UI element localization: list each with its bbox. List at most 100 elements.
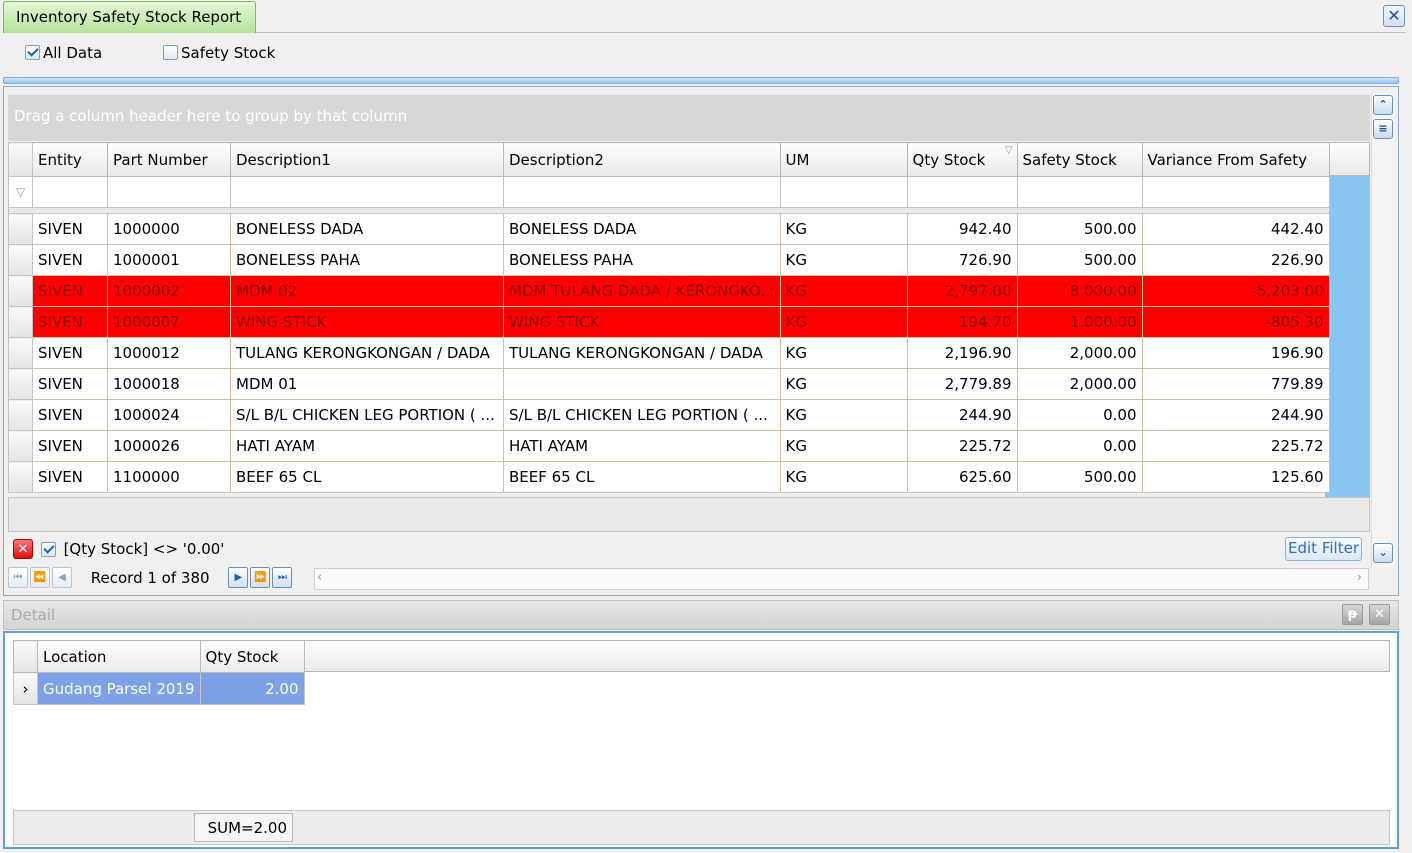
part-number-cell[interactable]: 1000001 [107, 244, 231, 276]
scroll-right-icon[interactable]: › [1357, 570, 1362, 585]
column-header-variance[interactable]: Variance From Safety [1141, 142, 1330, 177]
tab-inventory-safety-stock-report[interactable]: Inventory Safety Stock Report [3, 1, 256, 33]
detail-row[interactable]: › Gudang Parsel 2019 2.00 [13, 672, 305, 705]
um-cell[interactable]: KG [779, 430, 908, 462]
qty-stock-cell[interactable]: 194.70 [906, 306, 1018, 338]
close-panel-icon[interactable]: ✕ [1369, 604, 1390, 625]
column-header-safety-stock[interactable]: Safety Stock [1016, 142, 1143, 177]
safety-stock-cell[interactable]: 8,000.00 [1016, 275, 1143, 307]
variance-cell[interactable]: 226.90 [1141, 244, 1330, 276]
safety-stock-cell[interactable]: 0.00 [1016, 430, 1143, 462]
qty-stock-cell[interactable]: 244.90 [906, 399, 1018, 431]
edit-filter-button[interactable]: Edit Filter [1285, 537, 1362, 561]
part-number-cell[interactable]: 1000018 [107, 368, 231, 400]
table-row[interactable]: SIVEN 1000026 HATI AYAM HATI AYAM KG 225.72 0.… [8, 430, 1330, 462]
all-data-option[interactable]: All Data [25, 43, 102, 62]
variance-cell[interactable]: 196.90 [1141, 337, 1330, 369]
part-number-cell[interactable]: 1000012 [107, 337, 231, 369]
um-cell[interactable]: KG [779, 244, 908, 276]
qty-stock-cell[interactable]: 2,779.89 [906, 368, 1018, 400]
splitter[interactable] [3, 77, 1399, 84]
qty-stock-cell[interactable]: 942.40 [906, 213, 1018, 245]
variance-cell[interactable]: 442.40 [1141, 213, 1330, 245]
close-icon[interactable]: ✕ [1383, 5, 1405, 27]
entity-cell[interactable]: SIVEN [32, 399, 108, 431]
detail-qty-cell[interactable]: 2.00 [199, 672, 305, 705]
first-record-icon[interactable]: ⏮ [8, 567, 28, 588]
description2-cell[interactable]: TULANG KERONGKONGAN / DADA [503, 337, 781, 369]
qty-stock-cell[interactable]: 2,797.00 [906, 275, 1018, 307]
clear-filter-icon[interactable]: ✕ [13, 539, 33, 559]
table-row[interactable]: SIVEN 1100000 BEEF 65 CL BEEF 65 CL KG 625.60… [8, 461, 1330, 493]
prev-record-icon[interactable]: ◀ [52, 567, 72, 588]
scroll-down-icon[interactable]: ⌄ [1373, 543, 1393, 563]
safety-stock-cell[interactable]: 500.00 [1016, 244, 1143, 276]
entity-cell[interactable]: SIVEN [32, 368, 108, 400]
table-row[interactable]: SIVEN 1000001 BONELESS PAHA BONELESS PAHA KG… [8, 244, 1330, 276]
description1-cell[interactable]: BONELESS PAHA [230, 244, 504, 276]
um-cell[interactable]: KG [779, 275, 908, 307]
safety-stock-cell[interactable]: 0.00 [1016, 399, 1143, 431]
description1-cell[interactable]: TULANG KERONGKONGAN / DADA [230, 337, 504, 369]
description2-cell[interactable]: BONELESS DADA [503, 213, 781, 245]
filter-cell[interactable] [230, 176, 504, 208]
description1-cell[interactable]: BEEF 65 CL [230, 461, 504, 493]
safety-stock-cell[interactable]: 2,000.00 [1016, 368, 1143, 400]
qty-stock-cell[interactable]: 726.90 [906, 244, 1018, 276]
um-cell[interactable]: KG [779, 337, 908, 369]
part-number-cell[interactable]: 1000026 [107, 430, 231, 462]
detail-column-header-location[interactable]: Location [37, 640, 201, 673]
entity-cell[interactable]: SIVEN [32, 430, 108, 462]
entity-cell[interactable]: SIVEN [32, 461, 108, 493]
safety-stock-cell[interactable]: 1,000.00 [1016, 306, 1143, 338]
variance-cell[interactable]: -5,203.00 [1141, 275, 1330, 307]
part-number-cell[interactable]: 1000024 [107, 399, 231, 431]
column-header-qty-stock[interactable]: Qty Stock ▽ [906, 142, 1018, 177]
column-header-part-number[interactable]: Part Number [107, 142, 231, 177]
description2-cell[interactable]: BEEF 65 CL [503, 461, 781, 493]
entity-cell[interactable]: SIVEN [32, 306, 108, 338]
entity-cell[interactable]: SIVEN [32, 213, 108, 245]
qty-stock-cell[interactable]: 625.60 [906, 461, 1018, 493]
safety-stock-cell[interactable]: 500.00 [1016, 213, 1143, 245]
variance-cell[interactable]: 244.90 [1141, 399, 1330, 431]
last-record-icon[interactable]: ⏭ [272, 567, 293, 588]
column-header-entity[interactable]: Entity [32, 142, 108, 177]
table-row[interactable]: SIVEN 1000012 TULANG KERONGKONGAN / DADA TU… [8, 337, 1330, 369]
part-number-cell[interactable]: 1000000 [107, 213, 231, 245]
scroll-left-icon[interactable]: ‹ [317, 570, 322, 585]
description2-cell[interactable]: HATI AYAM [503, 430, 781, 462]
filter-cell[interactable] [1016, 176, 1143, 208]
qty-stock-cell[interactable]: 225.72 [906, 430, 1018, 462]
part-number-cell[interactable]: 1000007 [107, 306, 231, 338]
description1-cell[interactable]: WING STICK [230, 306, 504, 338]
description1-cell[interactable]: S/L B/L CHICKEN LEG PORTION ( ... [230, 399, 504, 431]
next-record-icon[interactable]: ▶ [228, 567, 249, 588]
entity-cell[interactable]: SIVEN [32, 275, 108, 307]
part-number-cell[interactable]: 1100000 [107, 461, 231, 493]
column-header-description2[interactable]: Description2 [503, 142, 781, 177]
filter-cell[interactable] [906, 176, 1018, 208]
column-header-um[interactable]: UM [779, 142, 908, 177]
description2-cell[interactable]: WING STICK [503, 306, 781, 338]
filter-enabled-checkbox[interactable] [40, 541, 56, 557]
filter-cell[interactable] [1141, 176, 1330, 208]
scroll-up-icon[interactable]: ⌃ [1373, 95, 1393, 115]
variance-cell[interactable]: -805.30 [1141, 306, 1330, 338]
variance-cell[interactable]: 125.60 [1141, 461, 1330, 493]
filter-funnel-icon[interactable]: ▽ [1005, 145, 1013, 156]
table-row[interactable]: SIVEN 1000007 WING STICK WING STICK KG 194.70… [8, 306, 1330, 338]
column-header-description1[interactable]: Description1 [230, 142, 504, 177]
pin-icon[interactable]: ᵽ [1342, 604, 1363, 625]
table-row[interactable]: SIVEN 1000002 MDM 02 MDM TULANG DADA / KERO… [8, 275, 1330, 307]
safety-stock-checkbox[interactable] [163, 45, 178, 60]
qty-stock-cell[interactable]: 2,196.90 [906, 337, 1018, 369]
next-page-icon[interactable]: ⏩ [250, 567, 271, 588]
description1-cell[interactable]: MDM 02 [230, 275, 504, 307]
prev-page-icon[interactable]: ⏪ [30, 567, 50, 588]
entity-cell[interactable]: SIVEN [32, 244, 108, 276]
variance-cell[interactable]: 225.72 [1141, 430, 1330, 462]
filter-cell[interactable] [779, 176, 908, 208]
detail-location-cell[interactable]: Gudang Parsel 2019 [37, 672, 201, 705]
safety-stock-cell[interactable]: 2,000.00 [1016, 337, 1143, 369]
